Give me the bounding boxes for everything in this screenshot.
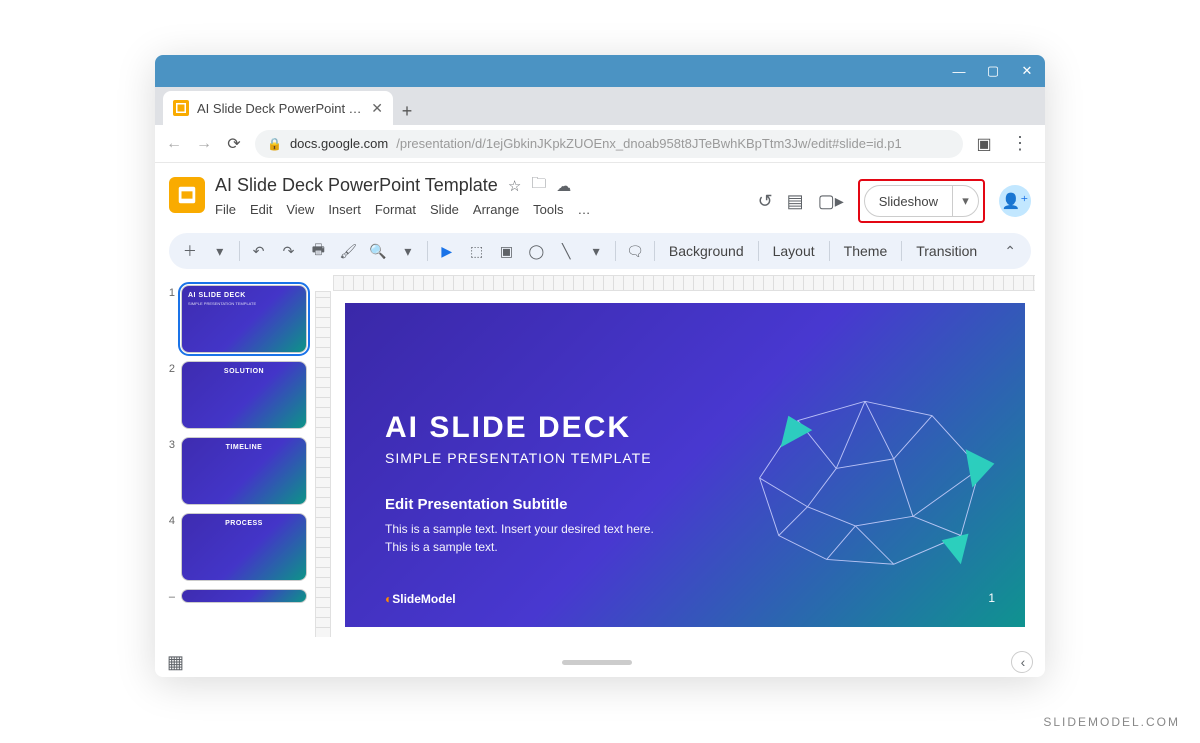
menu-slide[interactable]: Slide: [430, 202, 459, 217]
slide-thumb-1[interactable]: AI SLIDE DECK SIMPLE PRESENTATION TEMPLA…: [181, 285, 307, 353]
slide-thumb-3[interactable]: TIMELINE: [181, 437, 307, 505]
slide-page-number: 1: [988, 591, 995, 605]
transition-button[interactable]: Transition: [910, 243, 983, 259]
line-tool[interactable]: ╲: [555, 243, 577, 260]
tab-title: AI Slide Deck PowerPoint Templa: [197, 101, 363, 116]
star-icon[interactable]: ☆: [508, 177, 521, 195]
comments-icon[interactable]: ▤: [787, 191, 804, 212]
theme-button[interactable]: Theme: [838, 243, 894, 259]
shape-tool[interactable]: ◯: [525, 243, 547, 260]
comment-tool[interactable]: 🗨: [624, 243, 646, 260]
line-dropdown[interactable]: ▾: [585, 243, 607, 260]
zoom-dropdown[interactable]: ▾: [397, 243, 419, 260]
cloud-status-icon[interactable]: ☁: [556, 177, 571, 195]
app-window: — ▢ ✕ AI Slide Deck PowerPoint Templa ✕ …: [155, 55, 1045, 677]
document-title[interactable]: AI Slide Deck PowerPoint Template: [215, 175, 498, 196]
slide-edit-subtitle[interactable]: Edit Presentation Subtitle: [385, 497, 985, 512]
move-icon[interactable]: 🗀: [531, 173, 546, 198]
menu-tools[interactable]: Tools: [533, 202, 563, 217]
menu-arrange[interactable]: Arrange: [473, 202, 519, 217]
back-button[interactable]: ←: [165, 135, 183, 153]
browser-menu-button[interactable]: ⋮: [1005, 133, 1035, 154]
format-toolbar: ＋ ▾ ↶ ↷ 🖶 🖌 🔍 ▾ ▶ ⬚ ▣ ◯ ╲ ▾ 🗨 Background L…: [169, 233, 1031, 269]
slide-panel[interactable]: 1 AI SLIDE DECK SIMPLE PRESENTATION TEMP…: [155, 275, 315, 647]
slide-thumb-2[interactable]: SOLUTION: [181, 361, 307, 429]
resize-handle[interactable]: [562, 660, 632, 665]
new-tab-button[interactable]: +: [393, 97, 421, 125]
meet-icon[interactable]: ▢▸: [818, 191, 844, 212]
explore-button[interactable]: ‹: [1011, 651, 1033, 673]
workspace: 1 AI SLIDE DECK SIMPLE PRESENTATION TEMP…: [155, 275, 1045, 647]
zoom-button[interactable]: 🔍: [367, 243, 389, 260]
redo-button[interactable]: ↷: [278, 243, 300, 260]
slideshow-label[interactable]: Slideshow: [865, 194, 952, 209]
browser-toolbar: ← → ⟳ 🔒 docs.google.com/presentation/d/1…: [155, 125, 1045, 163]
window-minimize-button[interactable]: —: [951, 63, 967, 79]
print-button[interactable]: 🖶: [307, 239, 329, 263]
textbox-tool[interactable]: ⬚: [466, 243, 488, 260]
menu-file[interactable]: File: [215, 202, 236, 217]
layout-button[interactable]: Layout: [767, 243, 821, 259]
url-path: /presentation/d/1ejGbkinJKpkZUOEnx_dnoab…: [396, 136, 902, 151]
slide-body-text[interactable]: This is a sample text. Insert your desir…: [385, 520, 665, 556]
slide-thumb-next[interactable]: [181, 589, 307, 603]
menu-format[interactable]: Format: [375, 202, 416, 217]
slideshow-dropdown[interactable]: ▾: [952, 186, 978, 216]
lock-icon: 🔒: [267, 137, 282, 151]
slide-subtitle[interactable]: SIMPLE PRESENTATION TEMPLATE: [385, 449, 985, 469]
url-host: docs.google.com: [290, 136, 388, 151]
menu-edit[interactable]: Edit: [250, 202, 272, 217]
menu-bar: File Edit View Insert Format Slide Arran…: [215, 202, 748, 217]
history-icon[interactable]: ↺: [758, 191, 773, 212]
app-header: AI Slide Deck PowerPoint Template ☆ 🗀 ☁ …: [155, 163, 1045, 227]
menu-more[interactable]: …: [578, 202, 591, 217]
image-tool[interactable]: ▣: [496, 243, 518, 260]
slide-title[interactable]: AI SLIDE DECK: [385, 413, 985, 443]
thumb-number: 1: [163, 285, 175, 299]
menu-view[interactable]: View: [286, 202, 314, 217]
image-credit: SLIDEMODEL.COM: [1043, 715, 1180, 729]
new-slide-dropdown[interactable]: ▾: [209, 243, 231, 260]
slides-favicon-icon: [173, 100, 189, 116]
address-bar[interactable]: 🔒 docs.google.com/presentation/d/1ejGbki…: [255, 130, 963, 158]
menu-insert[interactable]: Insert: [328, 202, 361, 217]
thumb-number: 4: [163, 513, 175, 527]
slides-logo-icon[interactable]: [169, 177, 205, 213]
install-app-icon[interactable]: ▣: [975, 134, 993, 154]
app-footer: ▦ ‹: [155, 647, 1045, 677]
slideshow-button[interactable]: Slideshow ▾: [864, 185, 979, 217]
share-button[interactable]: 👤⁺: [999, 185, 1031, 217]
slide-logo: ◐SlideModel: [385, 593, 456, 605]
new-slide-button[interactable]: ＋: [179, 241, 201, 261]
background-button[interactable]: Background: [663, 243, 750, 259]
browser-tabstrip: AI Slide Deck PowerPoint Templa ✕ +: [155, 87, 1045, 125]
collapse-toolbar-button[interactable]: ⌃: [999, 243, 1021, 260]
thumb-number: 3: [163, 437, 175, 451]
grid-view-button[interactable]: ▦: [167, 652, 182, 673]
thumb-number: –: [163, 589, 175, 603]
window-maximize-button[interactable]: ▢: [985, 63, 1001, 79]
reload-button[interactable]: ⟳: [225, 134, 243, 154]
slideshow-highlight: Slideshow ▾: [858, 179, 985, 223]
thumb-number: 2: [163, 361, 175, 375]
slide-thumb-4[interactable]: PROCESS: [181, 513, 307, 581]
window-close-button[interactable]: ✕: [1019, 63, 1035, 79]
undo-button[interactable]: ↶: [248, 243, 270, 260]
forward-button[interactable]: →: [195, 135, 213, 153]
select-tool[interactable]: ▶: [436, 243, 458, 260]
tab-close-icon[interactable]: ✕: [371, 100, 383, 117]
ruler-horizontal: [333, 275, 1035, 291]
paint-format-button[interactable]: 🖌: [337, 243, 359, 260]
canvas-area[interactable]: AI SLIDE DECK SIMPLE PRESENTATION TEMPLA…: [315, 275, 1045, 647]
browser-tab-active[interactable]: AI Slide Deck PowerPoint Templa ✕: [163, 91, 393, 125]
window-titlebar: — ▢ ✕: [155, 55, 1045, 87]
slide-canvas[interactable]: AI SLIDE DECK SIMPLE PRESENTATION TEMPLA…: [345, 303, 1025, 627]
ruler-vertical: [315, 291, 331, 637]
